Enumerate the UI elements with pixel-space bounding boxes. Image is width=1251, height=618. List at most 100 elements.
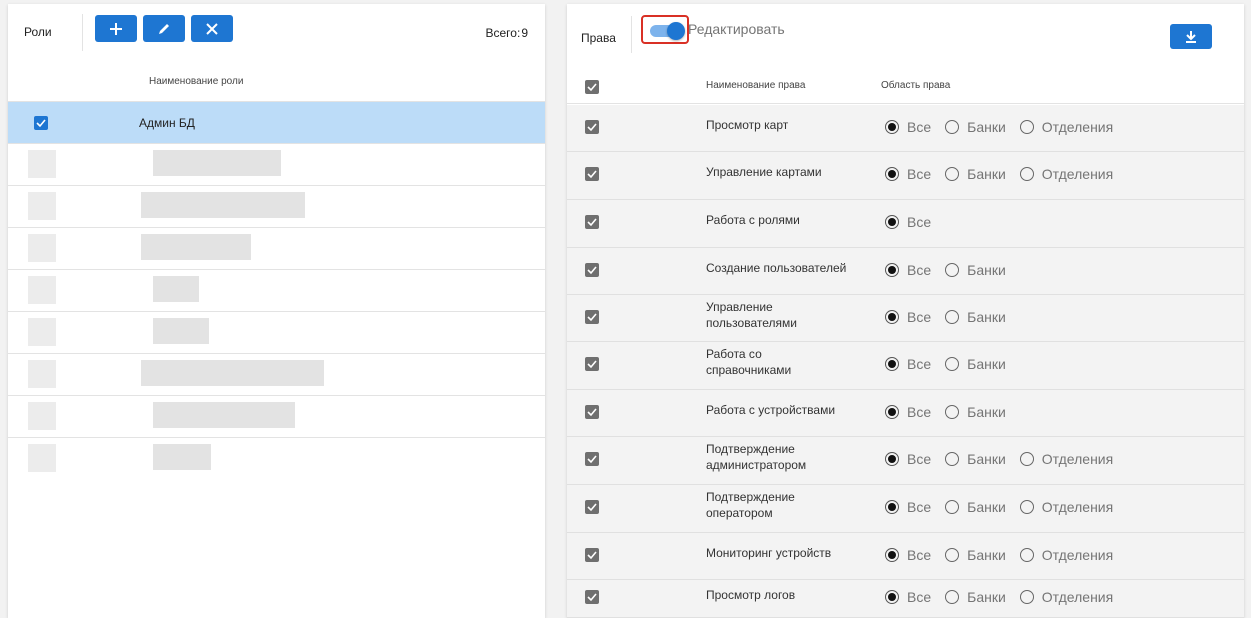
scope-branches-radio[interactable]: Отделения	[1019, 451, 1113, 467]
radio-unchecked-icon	[945, 452, 960, 466]
scope-banks-radio[interactable]: Банки	[945, 166, 1006, 182]
check-icon	[587, 123, 597, 132]
scope-all-radio[interactable]: Все	[885, 547, 931, 563]
scope-branches-radio[interactable]: Отделения	[1019, 589, 1114, 605]
right-checkbox[interactable]	[585, 405, 599, 419]
radio-unchecked-icon	[1019, 500, 1034, 514]
right-scope-header[interactable]: Область права	[881, 80, 950, 91]
right-checkbox[interactable]	[585, 590, 599, 604]
role-row-redacted[interactable]	[8, 396, 545, 438]
right-row: Управление пользователями Все Банки	[567, 295, 1244, 342]
select-all-checkbox[interactable]	[585, 80, 599, 94]
add-role-button[interactable]	[95, 15, 137, 42]
scope-radio-group: Все Банки	[885, 262, 1020, 278]
right-checkbox[interactable]	[585, 120, 599, 134]
edit-toggle-highlight	[641, 15, 689, 44]
edit-toggle[interactable]	[667, 22, 685, 40]
radio-unchecked-icon	[1019, 452, 1034, 466]
role-name: Админ БД	[139, 116, 195, 130]
radio-label: Все	[907, 166, 932, 182]
role-row[interactable]: Админ БД	[8, 102, 545, 144]
rights-panel: Права Редактировать Наименование права О…	[567, 4, 1244, 618]
scope-all-radio[interactable]: Все	[885, 119, 931, 135]
download-button[interactable]	[1170, 24, 1212, 49]
right-row: Работа со справочниками Все Банки	[567, 342, 1244, 390]
radio-label: Банки	[967, 547, 1006, 563]
scope-radio-group: Все Банки Отделения	[885, 499, 1127, 515]
scope-radio-group: Все Банки	[885, 309, 1020, 325]
right-checkbox[interactable]	[585, 167, 599, 181]
scope-banks-radio[interactable]: Банки	[945, 309, 1006, 325]
scope-radio-group: Все Банки Отделения	[885, 547, 1127, 563]
scope-all-radio[interactable]: Все	[885, 166, 931, 182]
check-icon	[36, 119, 46, 128]
scope-all-radio[interactable]: Все	[885, 404, 931, 420]
scope-all-radio[interactable]: Все	[885, 499, 931, 515]
scope-banks-radio[interactable]: Банки	[945, 589, 1006, 605]
scope-all-radio[interactable]: Все	[885, 262, 931, 278]
right-checkbox[interactable]	[585, 548, 599, 562]
radio-unchecked-icon	[945, 167, 960, 181]
edit-role-button[interactable]	[143, 15, 185, 42]
right-checkbox[interactable]	[585, 452, 599, 466]
scope-banks-radio[interactable]: Банки	[945, 451, 1006, 467]
scope-branches-radio[interactable]: Отделения	[1019, 166, 1113, 182]
scope-banks-radio[interactable]: Банки	[945, 499, 1006, 515]
right-row: Просмотр логов Все Банки Отделения	[567, 580, 1244, 618]
radio-unchecked-icon	[945, 310, 960, 324]
scope-all-radio[interactable]: Все	[885, 309, 931, 325]
role-row-redacted[interactable]	[8, 186, 545, 228]
delete-role-button[interactable]	[191, 15, 233, 42]
right-checkbox[interactable]	[585, 357, 599, 371]
right-name-header[interactable]: Наименование права	[706, 80, 805, 91]
radio-dot	[888, 408, 896, 416]
role-row-redacted[interactable]	[8, 438, 545, 480]
right-row: Работа с ролями Все	[567, 200, 1244, 248]
right-name: Управление картами	[706, 165, 822, 179]
edit-toggle-label[interactable]: Редактировать	[688, 21, 785, 37]
radio-label: Отделения	[1041, 589, 1114, 605]
scope-branches-radio[interactable]: Отделения	[1019, 547, 1113, 563]
scope-banks-radio[interactable]: Банки	[945, 404, 1006, 420]
scope-branches-radio[interactable]: Отделения	[1019, 499, 1113, 515]
role-row-redacted[interactable]	[8, 354, 545, 396]
scope-radio-group: Все Банки Отделения	[885, 119, 1127, 135]
right-row: Работа с устройствами Все Банки	[567, 390, 1244, 437]
radio-label: Все	[907, 589, 932, 605]
check-icon	[587, 593, 597, 602]
right-row: Подтверждение администратором Все Банки Отд…	[567, 437, 1244, 485]
scope-banks-radio[interactable]: Банки	[945, 119, 1006, 135]
radio-checked-icon	[885, 357, 899, 371]
check-icon	[587, 170, 597, 179]
role-row-redacted[interactable]	[8, 312, 545, 354]
close-icon	[206, 22, 218, 35]
role-row-redacted[interactable]	[8, 144, 545, 186]
right-checkbox[interactable]	[585, 500, 599, 514]
scope-all-radio[interactable]: Все	[885, 589, 931, 605]
radio-unchecked-icon	[1019, 590, 1034, 604]
scope-all-radio[interactable]: Все	[885, 451, 931, 467]
role-name-header[interactable]: Наименование роли	[149, 76, 243, 87]
rights-title: Права	[581, 31, 616, 45]
role-checkbox[interactable]	[34, 116, 48, 130]
scope-branches-radio[interactable]: Отделения	[1019, 119, 1113, 135]
right-checkbox[interactable]	[585, 215, 599, 229]
radio-label: Банки	[967, 262, 1006, 278]
right-checkbox[interactable]	[585, 310, 599, 324]
total-value: 9	[521, 26, 528, 40]
scope-banks-radio[interactable]: Банки	[945, 356, 1006, 372]
total-label: Всего:	[485, 26, 521, 40]
scope-banks-radio[interactable]: Банки	[945, 262, 1006, 278]
role-row-redacted[interactable]	[8, 270, 545, 312]
right-name: Работа с устройствами	[706, 403, 836, 417]
redacted-checkbox	[28, 150, 56, 178]
scope-radio-group: Все Банки Отделения	[885, 589, 1127, 605]
scope-all-radio[interactable]: Все	[885, 214, 931, 230]
right-checkbox[interactable]	[585, 263, 599, 277]
scope-all-radio[interactable]: Все	[885, 356, 931, 372]
check-icon	[587, 313, 597, 322]
scope-banks-radio[interactable]: Банки	[945, 547, 1006, 563]
radio-unchecked-icon	[945, 405, 960, 419]
role-row-redacted[interactable]	[8, 228, 545, 270]
radio-label: Банки	[967, 451, 1006, 467]
